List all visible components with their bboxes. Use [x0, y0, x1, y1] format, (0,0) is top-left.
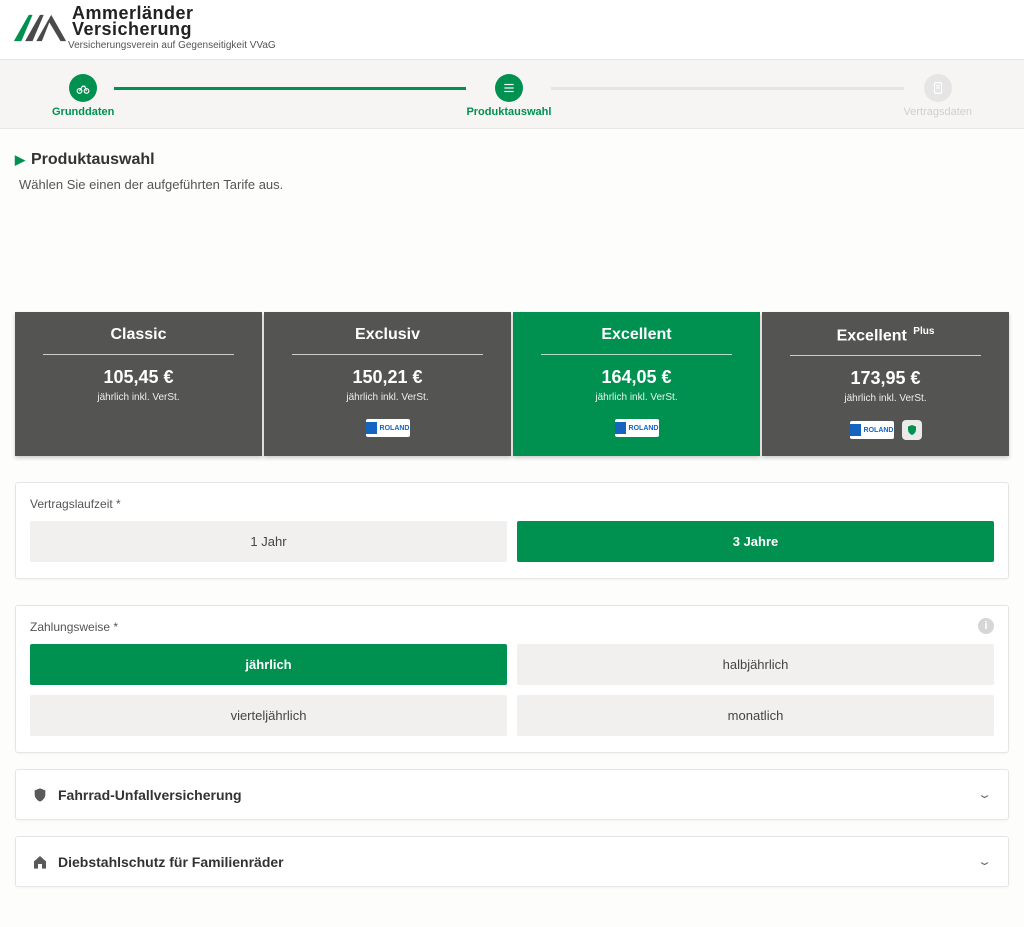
- progress-connector-2: [551, 87, 903, 90]
- payment-option-vierteljaehrlich[interactable]: vierteljährlich: [30, 695, 507, 736]
- document-icon: [931, 81, 945, 95]
- home-icon: [32, 854, 48, 870]
- tariff-price-note: jährlich inkl. VerSt.: [284, 392, 491, 403]
- progress-connector-1: [114, 87, 466, 90]
- shield-badge: [902, 420, 922, 440]
- panel-payment: i Zahlungsweise * jährlich halbjährlich …: [15, 605, 1009, 753]
- shield-icon: [32, 787, 48, 803]
- panel-contract-term: Vertragslaufzeit * 1 Jahr 3 Jahre: [15, 482, 1009, 579]
- page-header: Ammerländer Versicherung Versicherungsve…: [0, 0, 1024, 59]
- tariff-card-excellent-plus[interactable]: Excellent Plus 173,95 € jährlich inkl. V…: [762, 312, 1009, 456]
- page-subtitle: Wählen Sie einen der aufgeführten Tarife…: [15, 177, 1009, 192]
- tariff-price-note: jährlich inkl. VerSt.: [782, 393, 989, 404]
- tariff-card-excellent[interactable]: Excellent 164,05 € jährlich inkl. VerSt.…: [513, 312, 760, 456]
- list-icon: [502, 81, 516, 95]
- tariff-price-note: jährlich inkl. VerSt.: [35, 392, 242, 403]
- term-option-1jahr[interactable]: 1 Jahr: [30, 521, 507, 562]
- chevron-down-icon: ⌄: [977, 789, 992, 802]
- progress-label-2: Produktauswahl: [466, 106, 551, 118]
- section-title: ▶ Produktauswahl: [15, 151, 1009, 169]
- contract-term-toggle: 1 Jahr 3 Jahre: [30, 521, 994, 562]
- tariff-price: 164,05 €: [533, 367, 740, 388]
- payment-option-halbjaehrlich[interactable]: halbjährlich: [517, 644, 994, 685]
- roland-badge: ROLAND: [366, 419, 410, 437]
- payment-toggle: jährlich halbjährlich vierteljährlich mo…: [30, 644, 994, 736]
- tariff-name: Excellent: [837, 327, 907, 344]
- divider: [43, 354, 234, 355]
- divider: [790, 355, 981, 356]
- tariff-price-note: jährlich inkl. VerSt.: [533, 392, 740, 403]
- progress-step-vertragsdaten: Vertragsdaten: [904, 74, 973, 118]
- accordion-diebstahl[interactable]: Diebstahlschutz für Familienräder ⌄: [15, 836, 1009, 887]
- brand-logo[interactable]: Ammerländer Versicherung Versicherungsve…: [12, 4, 1012, 51]
- tariff-card-classic[interactable]: Classic 105,45 € jährlich inkl. VerSt.: [15, 312, 262, 456]
- payment-label: Zahlungsweise *: [30, 620, 994, 634]
- tariff-name: Excellent: [601, 326, 671, 343]
- tariff-price: 105,45 €: [35, 367, 242, 388]
- term-option-3jahre[interactable]: 3 Jahre: [517, 521, 994, 562]
- accordion-unfall[interactable]: Fahrrad-Unfallversicherung ⌄: [15, 769, 1009, 820]
- progress-bar: Grunddaten Produktauswahl Vertragsdaten: [0, 59, 1024, 129]
- roland-badge: ROLAND: [615, 419, 659, 437]
- tariff-cards: Classic 105,45 € jährlich inkl. VerSt. E…: [15, 312, 1009, 456]
- payment-option-jaehrlich[interactable]: jährlich: [30, 644, 507, 685]
- tariff-card-exclusiv[interactable]: Exclusiv 150,21 € jährlich inkl. VerSt. …: [264, 312, 511, 456]
- page-title: Produktauswahl: [31, 151, 155, 169]
- tariff-price: 173,95 €: [782, 368, 989, 389]
- shield-icon: [906, 424, 918, 436]
- brand-subline: Versicherungsverein auf Gegenseitigkeit …: [68, 40, 276, 51]
- progress-label-3: Vertragsdaten: [904, 106, 973, 118]
- accordion-title: Diebstahlschutz für Familienräder: [58, 854, 284, 870]
- main-content: ▶ Produktauswahl Wählen Sie einen der au…: [7, 129, 1017, 927]
- payment-option-monatlich[interactable]: monatlich: [517, 695, 994, 736]
- tariff-name-sup: Plus: [913, 326, 934, 337]
- accordion-title: Fahrrad-Unfallversicherung: [58, 787, 242, 803]
- progress-step-produktauswahl[interactable]: Produktauswahl: [466, 74, 551, 118]
- tariff-name: Classic: [110, 326, 166, 343]
- progress-label-1: Grunddaten: [52, 106, 114, 118]
- brand-text: Ammerländer Versicherung Versicherungsve…: [68, 4, 276, 51]
- tariff-price: 150,21 €: [284, 367, 491, 388]
- contract-term-label: Vertragslaufzeit *: [30, 497, 994, 511]
- roland-badge: ROLAND: [850, 421, 894, 439]
- divider: [541, 354, 732, 355]
- bike-icon: [76, 81, 90, 95]
- brand-name-line2: Versicherung: [72, 20, 276, 38]
- progress-step-grunddaten[interactable]: Grunddaten: [52, 74, 114, 118]
- logo-mark-icon: [12, 13, 68, 43]
- chevron-down-icon: ⌄: [977, 856, 992, 869]
- caret-right-icon: ▶: [15, 152, 25, 168]
- divider: [292, 354, 483, 355]
- tariff-name: Exclusiv: [355, 326, 420, 343]
